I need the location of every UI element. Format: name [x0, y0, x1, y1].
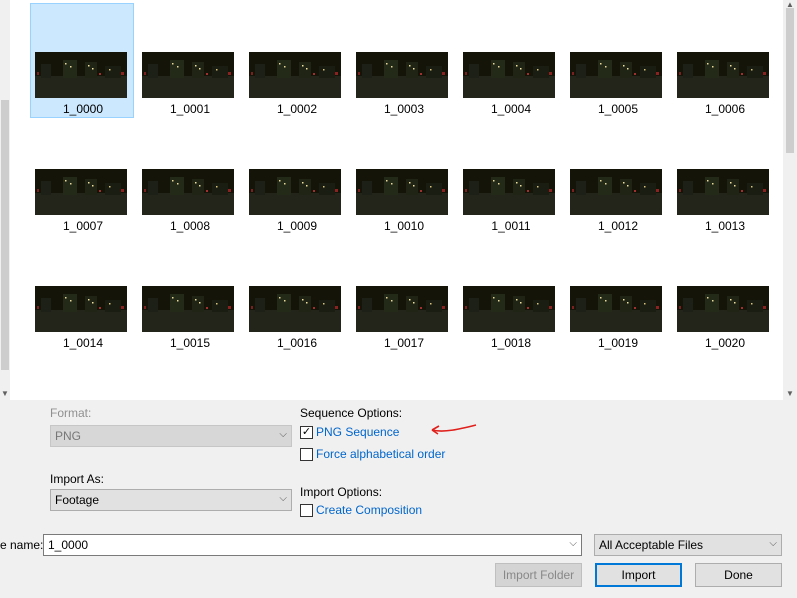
- file-name-value: 1_0000: [48, 538, 89, 552]
- format-value: PNG: [55, 429, 82, 443]
- sequence-options-label: Sequence Options:: [300, 406, 403, 420]
- file-thumbnail: [142, 286, 234, 332]
- file-name: 1_0020: [704, 336, 746, 350]
- file-name: 1_0004: [490, 102, 532, 116]
- file-thumbnail: [570, 169, 662, 215]
- file-thumbnail: [570, 286, 662, 332]
- file-name: 1_0008: [169, 219, 211, 233]
- force-alphabetical-label[interactable]: Force alphabetical order: [316, 447, 445, 461]
- file-thumbnail: [570, 52, 662, 98]
- import-folder-button[interactable]: Import Folder: [495, 563, 582, 587]
- file-name: 1_0010: [383, 219, 425, 233]
- file-tile[interactable]: 1_0003: [351, 3, 455, 118]
- right-scrollbar[interactable]: ▲ ▼: [783, 0, 797, 400]
- file-name: 1_0019: [597, 336, 639, 350]
- file-thumbnail: [463, 169, 555, 215]
- file-tile[interactable]: 1_0010: [351, 120, 455, 235]
- left-scrollbar-thumb[interactable]: [1, 100, 9, 370]
- right-scrollbar-thumb[interactable]: [786, 8, 794, 153]
- file-name: 1_0006: [704, 102, 746, 116]
- file-thumbnail: [463, 286, 555, 332]
- file-thumbnail: [356, 52, 448, 98]
- file-tile[interactable]: 1_0000: [30, 3, 134, 118]
- file-tile[interactable]: 1_0015: [137, 237, 241, 352]
- file-thumbnail: [677, 286, 769, 332]
- file-tile[interactable]: 1_0011: [458, 120, 562, 235]
- chevron-down-icon[interactable]: ⌵: [279, 493, 287, 504]
- file-thumbnail: [356, 286, 448, 332]
- file-name: 1_0001: [169, 102, 211, 116]
- file-tile[interactable]: 1_0009: [244, 120, 348, 235]
- import-as-label: Import As:: [50, 472, 105, 486]
- create-composition-checkbox[interactable]: [300, 504, 313, 517]
- file-thumbnail: [249, 52, 341, 98]
- file-tile[interactable]: 1_0019: [565, 237, 669, 352]
- import-options-label: Import Options:: [300, 485, 383, 499]
- file-name-label: e name:: [0, 538, 44, 552]
- file-tile[interactable]: 1_0016: [244, 237, 348, 352]
- file-name: 1_0009: [276, 219, 318, 233]
- file-tile[interactable]: 1_0005: [565, 3, 669, 118]
- file-tile[interactable]: 1_0008: [137, 120, 241, 235]
- file-name: 1_0003: [383, 102, 425, 116]
- file-name: 1_0018: [490, 336, 532, 350]
- file-name: 1_0015: [169, 336, 211, 350]
- file-type-value: All Acceptable Files: [599, 538, 704, 552]
- file-thumbnail: [35, 286, 127, 332]
- file-thumbnail: [677, 169, 769, 215]
- file-tile[interactable]: 1_0001: [137, 3, 241, 118]
- file-thumbnail: [677, 52, 769, 98]
- file-thumbnail: [35, 52, 127, 98]
- file-thumbnail: [249, 169, 341, 215]
- file-name: 1_0007: [62, 219, 104, 233]
- png-sequence-label[interactable]: PNG Sequence: [316, 425, 399, 439]
- import-button[interactable]: Import: [595, 563, 682, 587]
- scroll-down-arrow-icon[interactable]: ▼: [0, 389, 10, 398]
- file-tile[interactable]: 1_0017: [351, 237, 455, 352]
- file-name: 1_0014: [62, 336, 104, 350]
- create-composition-label[interactable]: Create Composition: [316, 503, 422, 517]
- file-name: 1_0012: [597, 219, 639, 233]
- file-tile[interactable]: 1_0007: [30, 120, 134, 235]
- format-select: PNG ⌵: [50, 425, 292, 447]
- file-tile[interactable]: 1_0006: [672, 3, 776, 118]
- import-as-value: Footage: [55, 493, 100, 507]
- file-thumbnail: [463, 52, 555, 98]
- file-tile[interactable]: 1_0004: [458, 3, 562, 118]
- chevron-down-icon: ⌵: [279, 429, 287, 440]
- scroll-down-arrow-icon[interactable]: ▼: [783, 389, 797, 398]
- file-thumbnail: [356, 169, 448, 215]
- file-name: 1_0005: [597, 102, 639, 116]
- file-tile[interactable]: 1_0014: [30, 237, 134, 352]
- chevron-down-icon[interactable]: ⌵: [569, 538, 577, 549]
- file-thumbnail: [35, 169, 127, 215]
- left-scrollbar[interactable]: ▼: [0, 0, 10, 400]
- check-icon: ✓: [301, 426, 312, 438]
- file-name: 1_0013: [704, 219, 746, 233]
- file-name: 1_0011: [491, 219, 531, 233]
- file-name: 1_0002: [276, 102, 318, 116]
- file-thumbnail: [142, 52, 234, 98]
- file-thumbnail: [142, 169, 234, 215]
- format-label: Format:: [50, 406, 92, 420]
- file-name: 1_0017: [383, 336, 425, 350]
- file-tile[interactable]: 1_0020: [672, 237, 776, 352]
- file-name: 1_0000: [62, 102, 104, 116]
- file-name: 1_0016: [276, 336, 318, 350]
- file-name-input[interactable]: 1_0000 ⌵: [43, 534, 582, 556]
- file-thumbnail: [249, 286, 341, 332]
- file-tile[interactable]: 1_0018: [458, 237, 562, 352]
- file-type-select[interactable]: All Acceptable Files ⌵: [594, 534, 782, 556]
- file-browser-grid[interactable]: ▼ 1_0000 1_0001 1_0002 1_0003 1_0004 1_0005 1_…: [0, 0, 797, 400]
- import-as-select[interactable]: Footage ⌵: [50, 489, 292, 511]
- force-alphabetical-checkbox[interactable]: [300, 448, 313, 461]
- done-button[interactable]: Done: [695, 563, 782, 587]
- red-arrow-annotation-icon: [431, 424, 477, 435]
- file-tile[interactable]: 1_0012: [565, 120, 669, 235]
- file-tile[interactable]: 1_0002: [244, 3, 348, 118]
- chevron-down-icon[interactable]: ⌵: [769, 538, 777, 549]
- png-sequence-checkbox[interactable]: ✓: [300, 426, 313, 439]
- file-tile[interactable]: 1_0013: [672, 120, 776, 235]
